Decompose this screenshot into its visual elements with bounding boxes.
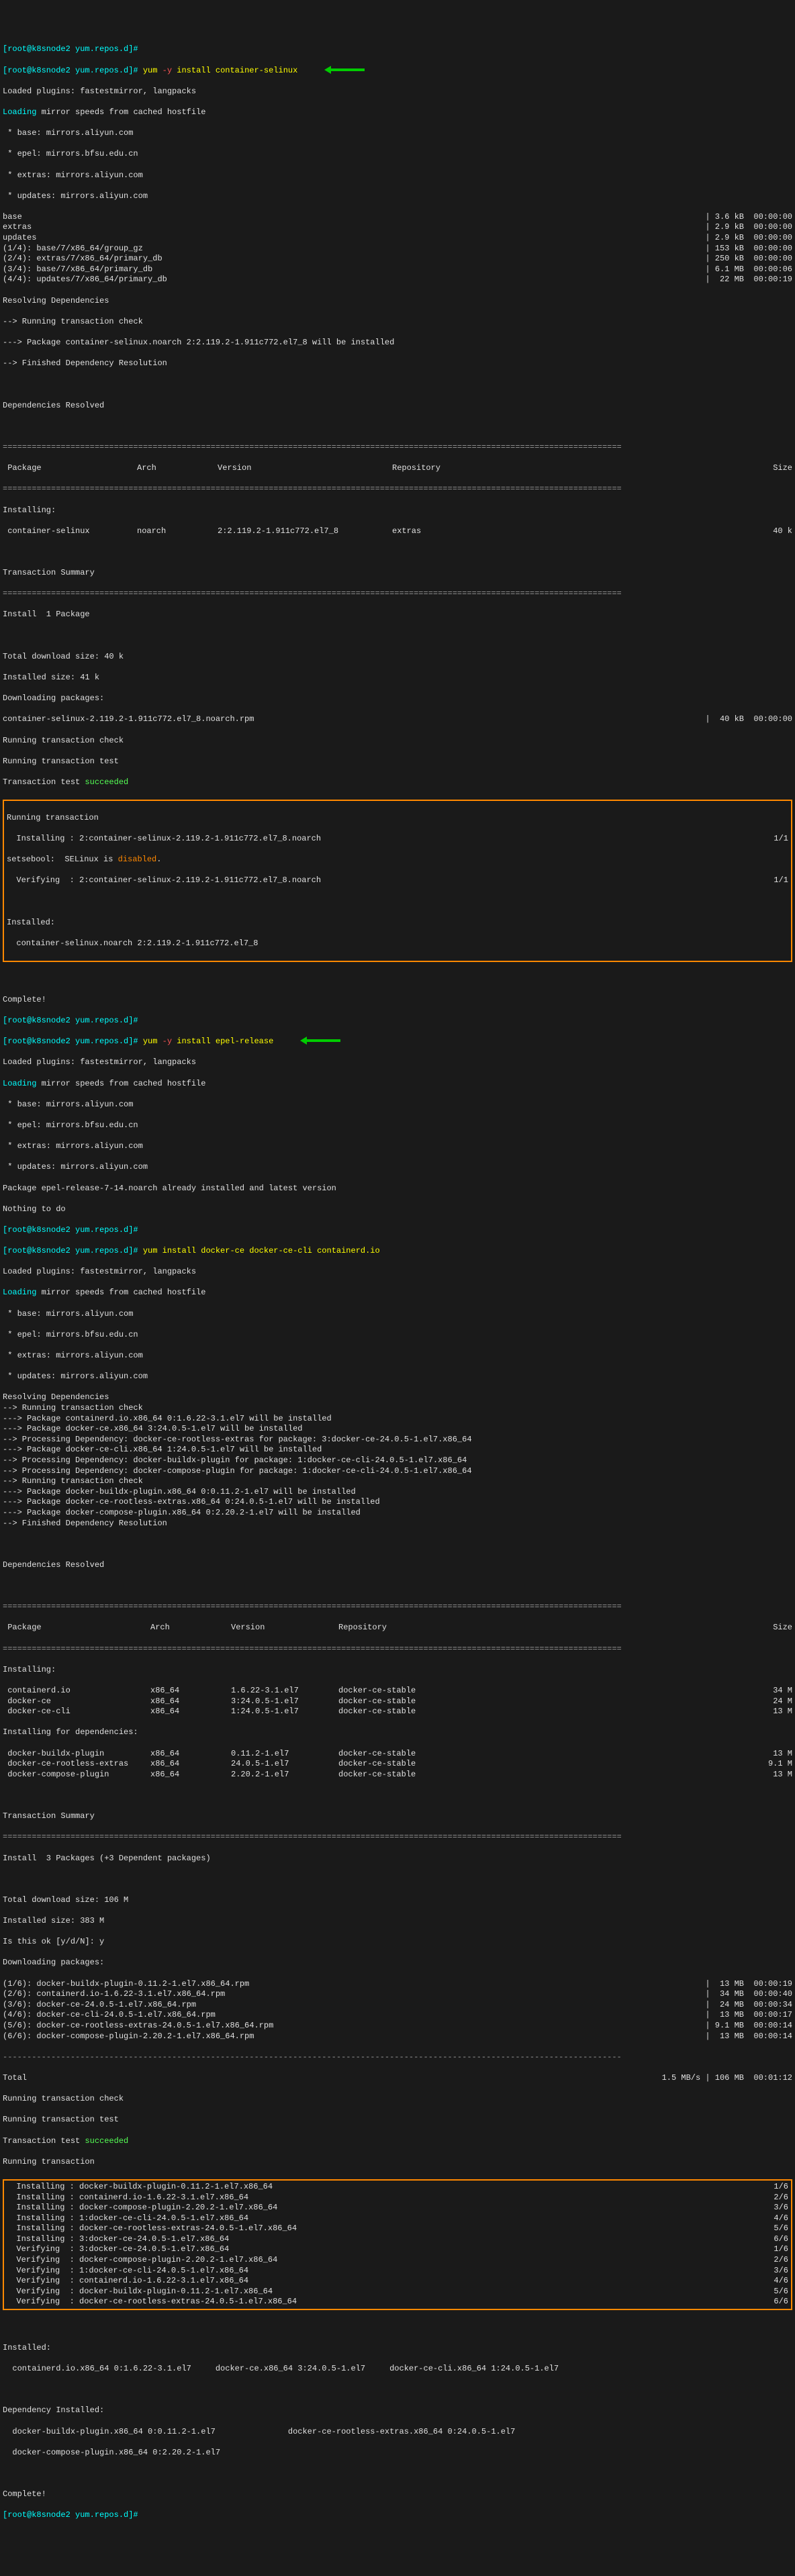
- mirror-epel: * epel: mirrors.bfsu.edu.cn: [3, 149, 792, 160]
- repo-list: base| 3.6 kB 00:00:00extras| 2.9 kB 00:0…: [3, 212, 792, 285]
- dep-installed-header: Dependency Installed:: [3, 2405, 792, 2416]
- cmd-line-3: [root@k8snode2 yum.repos.d]# yum install…: [3, 1246, 792, 1257]
- download-row: (6/6): docker-compose-plugin-2.20.2-1.el…: [3, 2032, 792, 2042]
- mirror-base: * base: mirrors.aliyun.com: [3, 128, 792, 139]
- download-list: (1/6): docker-buildx-plugin-0.11.2-1.el7…: [3, 1979, 792, 2042]
- package-deps-list: docker-buildx-pluginx86_640.11.2-1.el7do…: [3, 1749, 792, 1780]
- already-installed: Package epel-release-7-14.noarch already…: [3, 1184, 792, 1194]
- install-verify-row: Verifying : 1:docker-ce-cli-24.0.5-1.el7…: [7, 2266, 788, 2277]
- nothing-to-do: Nothing to do: [3, 1204, 792, 1215]
- download-row: (1/6): docker-buildx-plugin-0.11.2-1.el7…: [3, 1979, 792, 1990]
- table-header: PackageArchVersionRepositorySize: [3, 1623, 792, 1633]
- separator: ========================================…: [3, 442, 792, 453]
- install-verify-row: Installing : docker-compose-plugin-2.20.…: [7, 2203, 788, 2213]
- table-row: containerd.iox86_641.6.22-3.1.el7docker-…: [3, 1686, 792, 1697]
- install-verify-row: Installing : docker-buildx-plugin-0.11.2…: [7, 2182, 788, 2193]
- prompt-line: [root@k8snode2 yum.repos.d]#: [3, 1016, 792, 1027]
- installed-header: Installed:: [3, 2343, 792, 2354]
- resolve-block: Resolving Dependencies--> Running transa…: [3, 1392, 792, 1529]
- table-header: PackageArchVersionRepositorySize: [3, 463, 792, 474]
- highlight-box-1: Running transaction Installing : 2:conta…: [3, 800, 792, 962]
- repo-row: base| 3.6 kB 00:00:00: [3, 212, 792, 223]
- installing-header: Installing:: [3, 506, 792, 516]
- repo-row: (4/4): updates/7/x86_64/primary_db| 22 M…: [3, 275, 792, 285]
- arrow-icon: [324, 66, 365, 77]
- loaded-plugins: Loaded plugins: fastestmirror, langpacks: [3, 87, 792, 97]
- complete-label: Complete!: [3, 2489, 792, 2500]
- install-verify-row: Verifying : docker-ce-rootless-extras-24…: [7, 2297, 788, 2307]
- installing-deps-header: Installing for dependencies:: [3, 1727, 792, 1738]
- table-row: docker-ce-clix86_641:24.0.5-1.el7docker-…: [3, 1707, 792, 1717]
- repo-row: extras| 2.9 kB 00:00:00: [3, 222, 792, 233]
- highlight-box-2: Installing : docker-buildx-plugin-0.11.2…: [3, 2179, 792, 2310]
- download-row: (2/6): containerd.io-1.6.22-3.1.el7.x86_…: [3, 1989, 792, 2000]
- complete-label: Complete!: [3, 995, 792, 1006]
- download-row: (3/6): docker-ce-24.0.5-1.el7.x86_64.rpm…: [3, 2000, 792, 2011]
- download-row: (4/6): docker-ce-cli-24.0.5-1.el7.x86_64…: [3, 2010, 792, 2021]
- repo-row: (2/4): extras/7/x86_64/primary_db| 250 k…: [3, 254, 792, 265]
- table-row: container-selinuxnoarch2:2.119.2-1.911c7…: [3, 526, 792, 537]
- repo-row: (1/4): base/7/x86_64/group_gz| 153 kB 00…: [3, 244, 792, 254]
- install-count: Install 1 Package: [3, 610, 792, 620]
- cmd-line-1: [root@k8snode2 yum.repos.d]# yum -y inst…: [3, 66, 792, 77]
- arrow-icon: [300, 1037, 340, 1047]
- transaction-summary: Transaction Summary: [3, 568, 792, 579]
- succeeded: succeeded: [85, 777, 128, 787]
- loading-line: Loading mirror speeds from cached hostfi…: [3, 107, 792, 118]
- install-verify-row: Installing : docker-ce-rootless-extras-2…: [7, 2224, 788, 2234]
- prompt-line: [root@k8snode2 yum.repos.d]#: [3, 1225, 792, 1236]
- install-count: Install 3 Packages (+3 Dependent package…: [3, 1854, 792, 1864]
- table-row: docker-buildx-pluginx86_640.11.2-1.el7do…: [3, 1749, 792, 1760]
- install-verify-row: Installing : 1:docker-ce-cli-24.0.5-1.el…: [7, 2213, 788, 2224]
- install-verify-row: Verifying : docker-buildx-plugin-0.11.2-…: [7, 2287, 788, 2297]
- download-row: (5/6): docker-ce-rootless-extras-24.0.5-…: [3, 2021, 792, 2032]
- table-row: docker-ce-rootless-extrasx86_6424.0.5-1.…: [3, 1759, 792, 1770]
- total-label: Total: [3, 2073, 27, 2084]
- confirm-prompt: Is this ok [y/d/N]: y: [3, 1937, 792, 1948]
- install-verify-row: Installing : 3:docker-ce-24.0.5-1.el7.x8…: [7, 2234, 788, 2245]
- table-row: docker-cex86_643:24.0.5-1.el7docker-ce-s…: [3, 1697, 792, 1707]
- deps-resolved: Dependencies Resolved: [3, 401, 792, 412]
- install-verify-row: Verifying : docker-compose-plugin-2.20.2…: [7, 2255, 788, 2266]
- terminal[interactable]: [root@k8snode2 yum.repos.d]# [root@k8sno…: [3, 34, 792, 2532]
- repo-row: (3/4): base/7/x86_64/primary_db| 6.1 MB …: [3, 265, 792, 275]
- prompt: [root@k8snode2 yum.repos.d]#: [3, 44, 138, 54]
- table-row: docker-compose-pluginx86_642.20.2-1.el7d…: [3, 1770, 792, 1780]
- package-list: containerd.iox86_641.6.22-3.1.el7docker-…: [3, 1686, 792, 1717]
- install-verify-row: Installing : containerd.io-1.6.22-3.1.el…: [7, 2193, 788, 2203]
- mirror-extras: * extras: mirrors.aliyun.com: [3, 171, 792, 181]
- install-verify-row: Verifying : containerd.io-1.6.22-3.1.el7…: [7, 2276, 788, 2287]
- prompt-line: [root@k8snode2 yum.repos.d]#: [3, 44, 792, 55]
- cmd-line-2: [root@k8snode2 yum.repos.d]# yum -y inst…: [3, 1037, 792, 1047]
- mirror-updates: * updates: mirrors.aliyun.com: [3, 191, 792, 202]
- repo-row: updates| 2.9 kB 00:00:00: [3, 233, 792, 244]
- prompt-line: [root@k8snode2 yum.repos.d]#: [3, 2510, 792, 2521]
- install-verify-row: Verifying : 3:docker-ce-24.0.5-1.el7.x86…: [7, 2244, 788, 2255]
- disabled-label: disabled: [118, 855, 157, 864]
- resolving: Resolving Dependencies: [3, 296, 792, 307]
